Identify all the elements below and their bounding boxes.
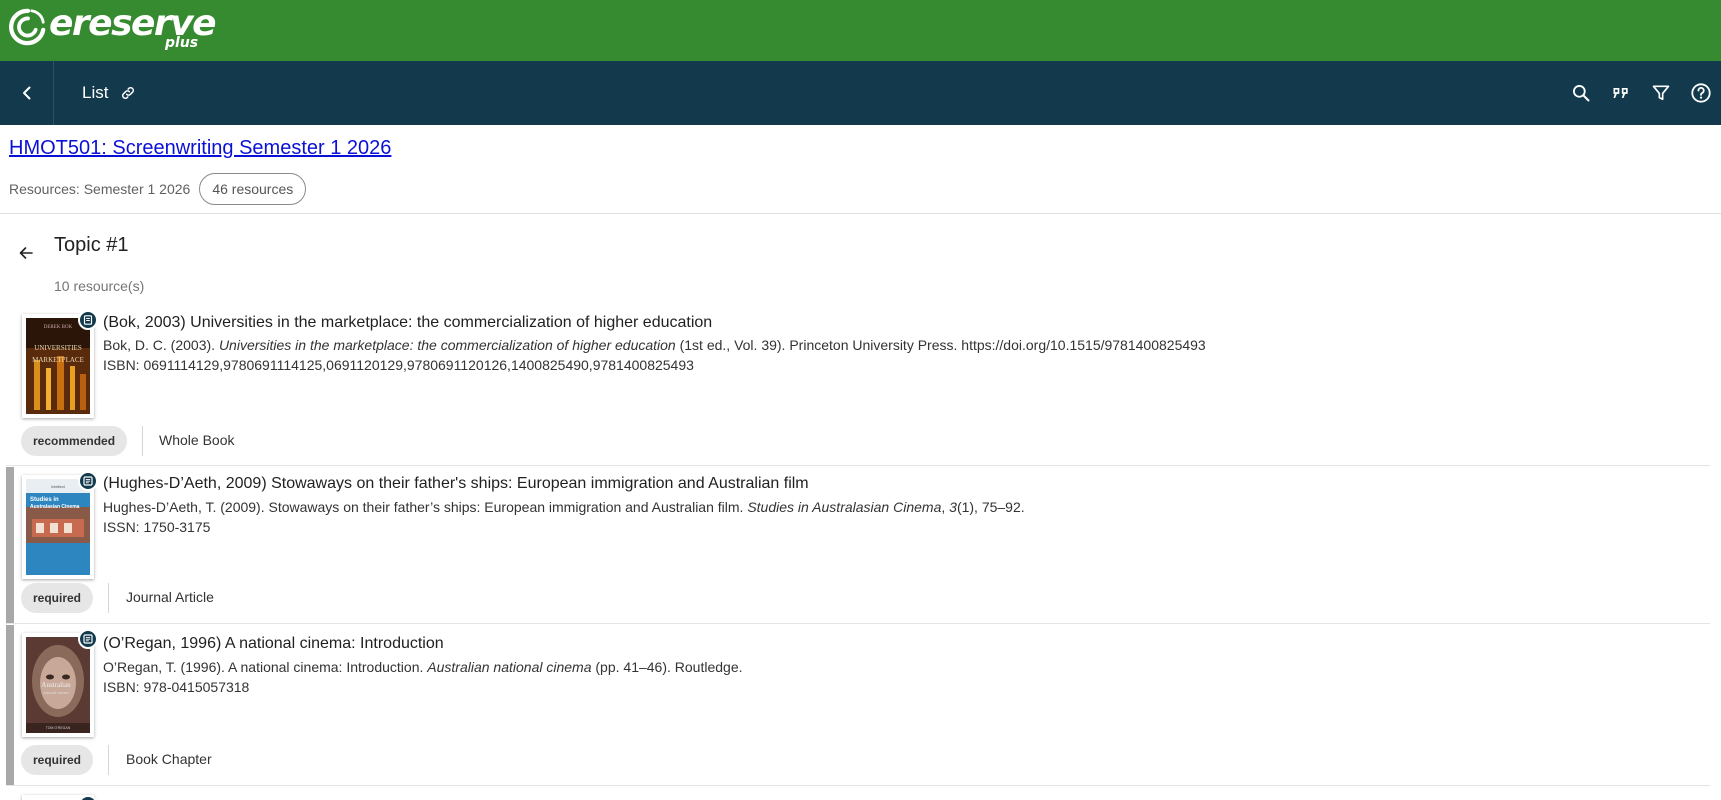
resource-citation: O’Regan, T. (1996). A national cinema: I… (103, 659, 743, 675)
resource-type-badge (78, 471, 98, 491)
resource-thumbnail[interactable]: DEREK BOK UNIVERSITIES MARKETPLACE (22, 310, 98, 418)
svg-text:TOM O'REGAN: TOM O'REGAN (46, 726, 71, 730)
citation-text: (pp. 41–46). Routledge. (591, 659, 743, 675)
nav-actions (1561, 61, 1721, 125)
resource-title-link[interactable]: (O’Regan, 1996) A national cinema: Intro… (103, 635, 444, 653)
tag-separator (142, 426, 143, 456)
resource-item: intellect Studies in Australasian Cinema… (6, 467, 1710, 624)
svg-text:intellect: intellect (51, 484, 65, 489)
citation-text: (1st ed., Vol. 39). Princeton University… (675, 337, 1206, 353)
chevron-left-icon (22, 86, 30, 100)
citation-text: , (941, 499, 950, 515)
citation-italic: Universities in the marketplace: the com… (218, 337, 676, 353)
copy-link-button[interactable] (120, 85, 136, 101)
resource-isbn: ISBN: 0691114129,9780691114125,069112012… (103, 357, 694, 373)
resources-line: Resources: Semester 1 2026 46 resources (9, 173, 307, 205)
citation-italic: 3 (949, 499, 957, 515)
resource-citation: Bok, D. C. (2003). Universities in the m… (103, 337, 1206, 353)
citation-text: (1), 75–92. (956, 499, 1025, 515)
help-button[interactable] (1681, 73, 1721, 113)
topic-resource-count: 10 resource(s) (54, 278, 145, 294)
resource-isbn: ISBN: 978-0415057318 (103, 679, 250, 695)
svg-text:DEREK BOK: DEREK BOK (44, 325, 73, 330)
resource-type-badge (78, 795, 98, 800)
link-icon (122, 87, 135, 99)
citation-italic: Studies in Australasian Cinema (747, 499, 942, 515)
filter-button[interactable] (1641, 73, 1681, 113)
brand-bar: ereserve plus (0, 0, 1721, 61)
svg-text:Australasian Cinema: Australasian Cinema (30, 504, 80, 510)
svg-text:Australian: Australian (41, 681, 71, 689)
article-icon (83, 634, 93, 644)
resource-title-link[interactable]: (Hughes-D’Aeth, 2009) Stowaways on their… (103, 475, 809, 493)
citation-text: Bok, D. C. (2003). (103, 337, 219, 353)
topic-title: Topic #1 (54, 234, 129, 256)
resource-item: DEREK BOK UNIVERSITIES MARKETPLACE (Bok,… (6, 306, 1710, 466)
resources-label: Resources: Semester 1 2026 (9, 181, 191, 197)
requirement-tag: required (21, 745, 94, 775)
resources-count-chip[interactable]: 46 resources (199, 173, 307, 205)
citation-text: Hughes-D’Aeth, T. (2009). Stowaways on t… (103, 499, 748, 515)
search-button[interactable] (1561, 73, 1601, 113)
requirement-tag: recommended (21, 426, 128, 456)
back-button[interactable] (0, 61, 54, 125)
book-cover-image: DEREK BOK UNIVERSITIES MARKETPLACE (26, 318, 90, 414)
logo-swirl-icon (9, 8, 46, 46)
header-divider (0, 213, 1721, 214)
resource-thumbnail[interactable]: Australian national cinema TOM O'REGAN (22, 629, 98, 737)
nav-title-text: List (82, 83, 109, 102)
resource-kind: Journal Article (126, 589, 214, 605)
book-cover-image: Australian national cinema TOM O'REGAN (26, 637, 90, 733)
journal-cover-image: intellect Studies in Australasian Cinema (26, 479, 90, 575)
quote-icon (1613, 88, 1628, 98)
svg-text:MARKETPLACE: MARKETPLACE (32, 356, 84, 364)
topic-back-button[interactable] (14, 241, 38, 265)
resource-item: Australian national cinema TOM O'REGAN (… (6, 625, 1710, 786)
filter-icon (1652, 85, 1670, 101)
article-icon (83, 476, 93, 486)
resource-issn: ISSN: 1750-3175 (103, 519, 211, 535)
resource-type-badge (78, 629, 98, 649)
tag-separator (108, 745, 109, 775)
book-icon (83, 315, 93, 325)
resource-title-link[interactable]: (Bok, 2003) Universities in the marketpl… (103, 314, 712, 332)
citation-text: O’Regan, T. (1996). A national cinema: I… (103, 659, 428, 675)
arrow-left-icon (19, 247, 33, 259)
resource-kind: Book Chapter (126, 751, 212, 767)
resource-kind: Whole Book (159, 432, 235, 448)
tag-separator (108, 583, 109, 613)
resource-citation: Hughes-D’Aeth, T. (2009). Stowaways on t… (103, 499, 1025, 515)
logo-subtext: plus (165, 35, 199, 51)
resource-type-badge (78, 310, 98, 330)
svg-text:UNIVERSITIES: UNIVERSITIES (34, 344, 82, 352)
svg-text:national cinema: national cinema (43, 690, 69, 695)
resource-thumbnail[interactable]: intellect Studies in Australasian Cinema (22, 471, 98, 579)
requirement-tag: required (21, 583, 94, 613)
course-title-link[interactable]: HMOT501: Screenwriting Semester 1 2026 (9, 137, 391, 160)
svg-text:Studies in: Studies in (30, 497, 59, 503)
citation-button[interactable] (1601, 73, 1641, 113)
help-icon (1691, 83, 1711, 103)
citation-italic: Australian national cinema (427, 659, 592, 675)
top-navbar: List (0, 61, 1721, 125)
resource-thumbnail[interactable] (22, 795, 98, 800)
search-icon (1573, 85, 1590, 102)
nav-title: List (82, 61, 136, 125)
